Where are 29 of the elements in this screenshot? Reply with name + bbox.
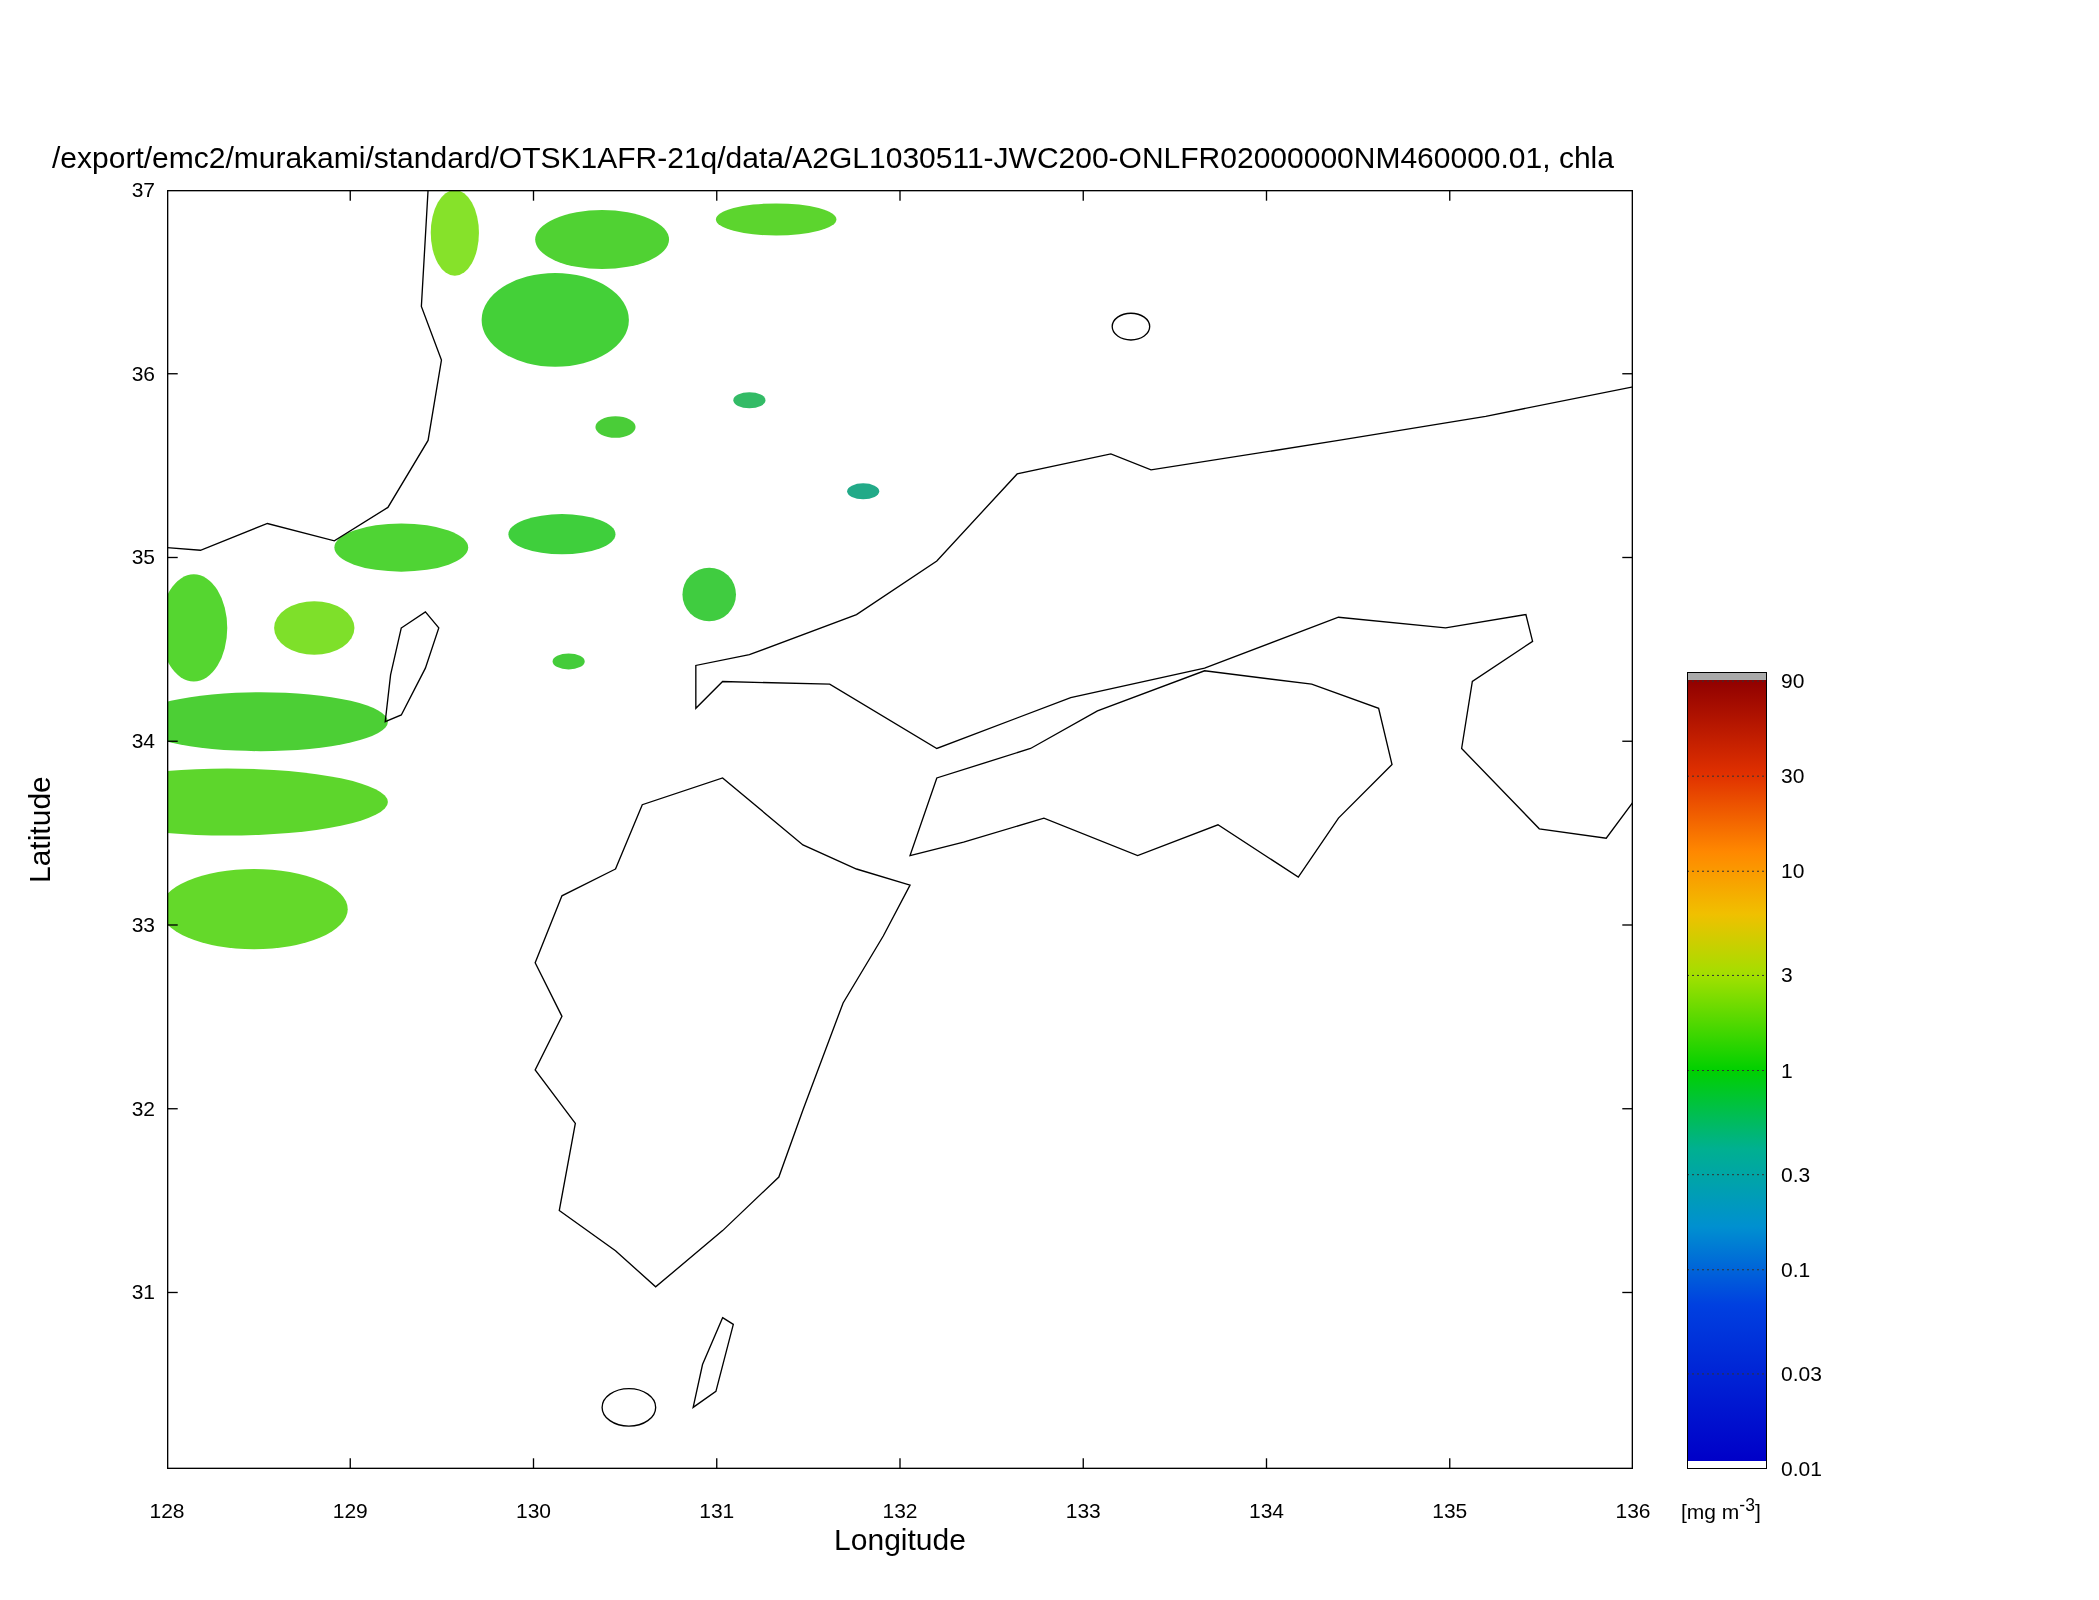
colorbar-tick-label: 3: [1781, 963, 1793, 988]
x-tick-label: 133: [1065, 1499, 1101, 1523]
colorbar-unit-label: [mg m$^{-3}$]: [1681, 1495, 1762, 1524]
colorbar-tick-label: 1: [1781, 1058, 1793, 1083]
y-tick-label: 32: [131, 1096, 155, 1121]
x-tick-label: 129: [332, 1499, 368, 1523]
x-tick-label: 128: [149, 1499, 185, 1523]
y-tick-label: 36: [131, 361, 155, 386]
colorbar-tick-label: 90: [1781, 669, 1805, 694]
y-tick-label: 34: [131, 729, 155, 754]
colorbar-tick-label: 10: [1781, 859, 1805, 884]
x-axis-label: Longitude: [833, 1523, 967, 1557]
x-tick-label: 135: [1432, 1499, 1468, 1523]
y-tick-label: 35: [131, 545, 155, 570]
colorbar-tick-label: 0.01: [1781, 1457, 1822, 1481]
colorbar-tick-label: 0.3: [1781, 1162, 1811, 1187]
x-tick-label: 136: [1615, 1499, 1651, 1523]
x-tick-label: 130: [516, 1499, 551, 1523]
colorbar-tick-label: 30: [1781, 764, 1805, 789]
x-tick-label: 132: [882, 1499, 918, 1523]
x-tick-label: 131: [699, 1499, 735, 1523]
colorbar-tick-label: 0.1: [1781, 1257, 1811, 1282]
colorbar-tick-label: 0.03: [1781, 1361, 1822, 1386]
x-tick-label: 134: [1249, 1499, 1284, 1523]
y-axis-label: Latitude: [22, 775, 57, 885]
y-tick-label: 31: [131, 1280, 155, 1305]
y-tick-label: 33: [131, 913, 155, 937]
y-tick-label: 37: [131, 178, 155, 202]
plot-title: /export/emc2/murakami/standard/OTSK1AFR-21q/data/A2GL1030511-JWC200-ONLFR02000000NM460000.01, chla: [52, 140, 1615, 176]
